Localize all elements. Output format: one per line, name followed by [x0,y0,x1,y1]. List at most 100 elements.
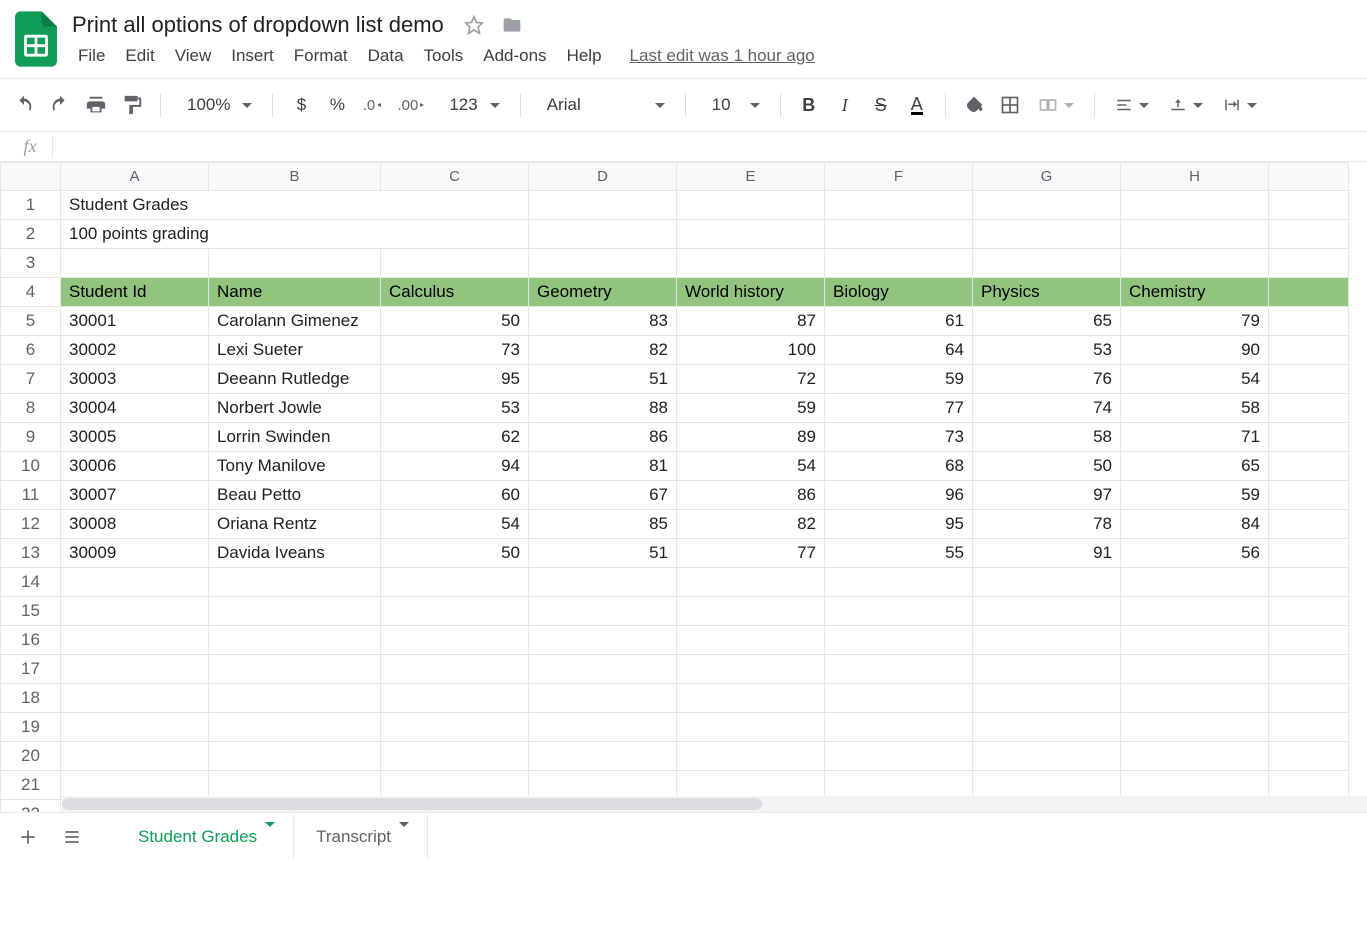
cell[interactable]: 73 [381,336,529,365]
horizontal-align-dropdown[interactable] [1107,89,1157,121]
cell[interactable] [1121,568,1269,597]
cell[interactable]: 58 [1121,394,1269,423]
cell[interactable] [677,597,825,626]
menu-addons[interactable]: Add-ons [473,40,556,72]
cell[interactable] [529,742,677,771]
row-header-10[interactable]: 10 [1,452,61,481]
print-icon[interactable] [80,89,112,121]
horizontal-scrollbar[interactable] [62,796,1367,812]
cell[interactable]: 100 points grading scale [61,220,209,249]
cell[interactable]: Student Grades [61,191,209,220]
cell[interactable] [381,655,529,684]
cell[interactable]: 51 [529,539,677,568]
cell[interactable]: 68 [825,452,973,481]
cell[interactable] [529,220,677,249]
column-header-F[interactable]: F [825,163,973,191]
row-header-6[interactable]: 6 [1,336,61,365]
chevron-down-icon[interactable] [265,827,275,847]
row-header-19[interactable]: 19 [1,713,61,742]
cell[interactable] [1269,452,1349,481]
column-header-H[interactable]: H [1121,163,1269,191]
text-wrap-dropdown[interactable] [1215,89,1265,121]
cell[interactable] [825,742,973,771]
cell[interactable] [529,684,677,713]
cell[interactable]: Oriana Rentz [209,510,381,539]
cell[interactable]: 65 [973,307,1121,336]
cell[interactable] [1269,510,1349,539]
cell[interactable] [973,568,1121,597]
cell[interactable]: 62 [381,423,529,452]
menu-help[interactable]: Help [557,40,612,72]
cell[interactable] [825,626,973,655]
cell[interactable] [61,684,209,713]
cell[interactable]: 97 [973,481,1121,510]
cell[interactable]: 100 [677,336,825,365]
row-header-16[interactable]: 16 [1,626,61,655]
cell[interactable]: 59 [1121,481,1269,510]
text-color-button[interactable]: A [901,89,933,121]
cell[interactable] [1121,597,1269,626]
cell[interactable]: 55 [825,539,973,568]
cell[interactable] [677,249,825,278]
cell[interactable]: Lorrin Swinden [209,423,381,452]
cell[interactable]: 60 [381,481,529,510]
cell[interactable] [677,742,825,771]
cell[interactable]: Student Id [61,278,209,307]
cell[interactable]: 83 [529,307,677,336]
cell[interactable] [825,249,973,278]
cell[interactable] [1121,220,1269,249]
cell[interactable]: 79 [1121,307,1269,336]
cell[interactable]: 82 [677,510,825,539]
cell[interactable] [1269,655,1349,684]
cell[interactable]: 96 [825,481,973,510]
row-header-1[interactable]: 1 [1,191,61,220]
undo-icon[interactable] [8,89,40,121]
cell[interactable] [381,249,529,278]
cell[interactable] [381,684,529,713]
cell[interactable] [825,684,973,713]
cell[interactable] [825,597,973,626]
column-header-A[interactable]: A [61,163,209,191]
cell[interactable] [1121,684,1269,713]
cell[interactable] [529,626,677,655]
merge-cells-dropdown[interactable] [1030,89,1082,121]
cell[interactable] [61,568,209,597]
cell[interactable] [677,191,825,220]
redo-icon[interactable] [44,89,76,121]
cell[interactable] [529,568,677,597]
cell[interactable]: 95 [825,510,973,539]
cell[interactable] [381,597,529,626]
cell[interactable]: 30007 [61,481,209,510]
menu-insert[interactable]: Insert [221,40,284,72]
cell[interactable] [973,249,1121,278]
cell[interactable] [61,626,209,655]
cell[interactable]: 74 [973,394,1121,423]
row-header-17[interactable]: 17 [1,655,61,684]
last-edit-link[interactable]: Last edit was 1 hour ago [630,46,815,66]
menu-view[interactable]: View [165,40,222,72]
cell[interactable] [381,220,529,249]
cell[interactable] [1269,684,1349,713]
cell[interactable] [825,655,973,684]
menu-tools[interactable]: Tools [414,40,474,72]
cell[interactable] [677,713,825,742]
increase-decimal-button[interactable]: .00 [393,89,431,121]
cell[interactable]: Chemistry [1121,278,1269,307]
cell[interactable] [61,249,209,278]
cell[interactable]: 86 [529,423,677,452]
cell[interactable] [1269,597,1349,626]
cell[interactable] [1269,742,1349,771]
cell[interactable]: 53 [381,394,529,423]
cell[interactable]: 94 [381,452,529,481]
cell[interactable]: Tony Manilove [209,452,381,481]
column-header-G[interactable]: G [973,163,1121,191]
menu-file[interactable]: File [68,40,115,72]
row-header-2[interactable]: 2 [1,220,61,249]
formula-input[interactable] [59,132,1359,161]
menu-data[interactable]: Data [358,40,414,72]
menu-edit[interactable]: Edit [115,40,164,72]
italic-button[interactable]: I [829,89,861,121]
cell[interactable] [1121,742,1269,771]
font-family-dropdown[interactable]: Arial [533,89,673,121]
cell[interactable]: 91 [973,539,1121,568]
